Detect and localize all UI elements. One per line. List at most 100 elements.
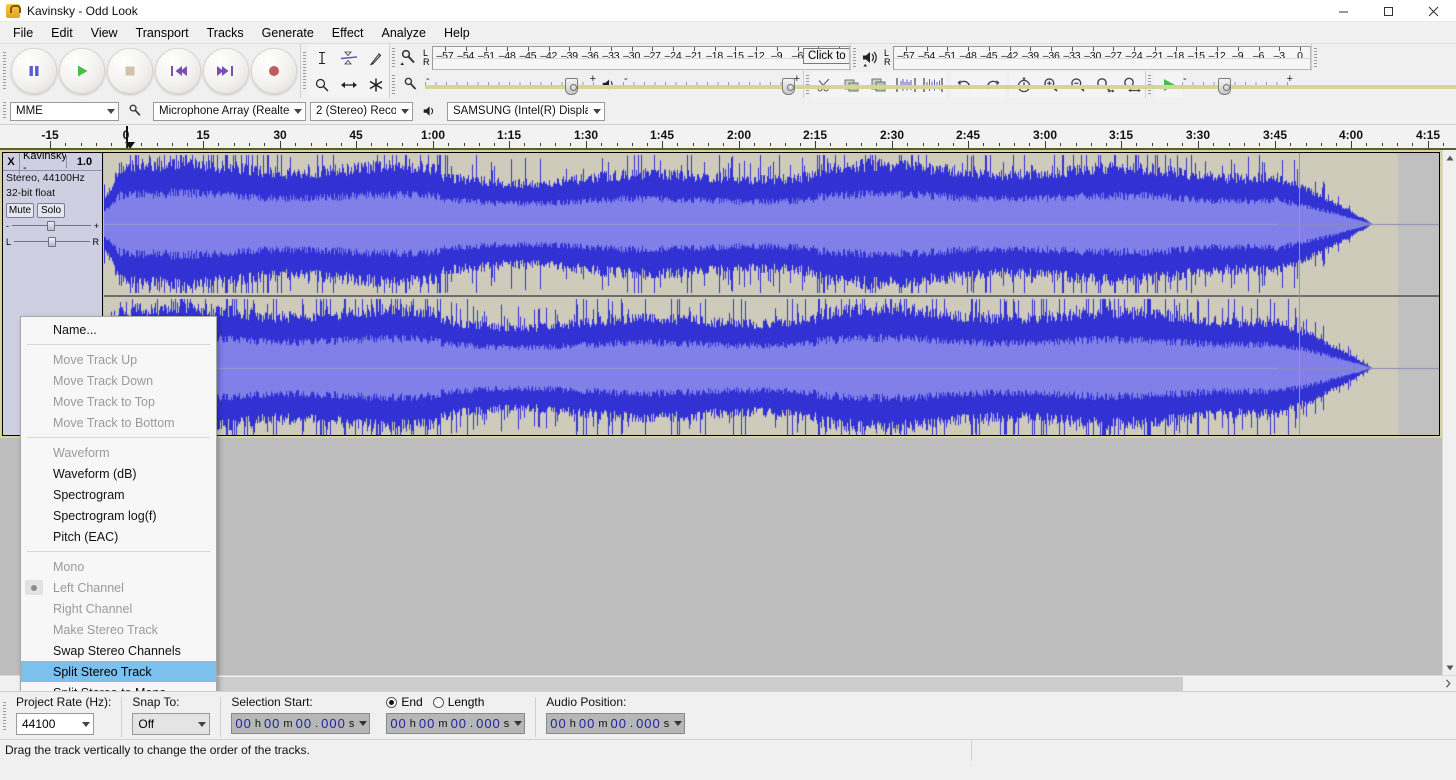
horizontal-scrollbar[interactable]: [0, 675, 1456, 691]
recording-volume-slider[interactable]: - +: [425, 73, 1456, 96]
menu-item-split-stereo-track[interactable]: Split Stereo Track: [21, 661, 216, 682]
menu-generate[interactable]: Generate: [253, 23, 323, 43]
menu-help[interactable]: Help: [435, 23, 479, 43]
play-meter-grip[interactable]: [850, 44, 858, 71]
mixer-toolbar: - + - +: [397, 71, 1456, 98]
solo-button[interactable]: Solo: [37, 203, 65, 218]
draw-tool[interactable]: [362, 44, 389, 71]
selection-start-time[interactable]: 00 h 00 m 00 . 000 s: [231, 713, 371, 734]
selection-end-time[interactable]: 00 h 00 m 00 . 000 s: [386, 713, 526, 734]
menu-view[interactable]: View: [82, 23, 127, 43]
menu-effect[interactable]: Effect: [323, 23, 373, 43]
transport-toolbar-grip[interactable]: [0, 44, 8, 98]
chevron-down-icon[interactable]: [358, 721, 367, 726]
waveform-display[interactable]: [104, 153, 1439, 435]
menu-item-split-stereo-to-mono[interactable]: Split Stereo to Mono: [21, 682, 216, 692]
menu-edit[interactable]: Edit: [42, 23, 82, 43]
snap-to-select[interactable]: Off: [132, 713, 211, 735]
selection-tool[interactable]: [308, 44, 335, 71]
project-rate-select[interactable]: 44100: [16, 713, 94, 735]
edit-toolbar-grip-top[interactable]: [1311, 44, 1319, 71]
ruler-label: 15: [196, 128, 210, 142]
menu-tracks[interactable]: Tracks: [198, 23, 253, 43]
device-toolbar-grip[interactable]: [0, 98, 8, 124]
waveform-channel-right[interactable]: [104, 297, 1439, 435]
track-context-menu[interactable]: Name... Move Track Up Move Track Down Move …: [20, 316, 217, 691]
waveform-channel-left[interactable]: [104, 153, 1439, 295]
pause-button[interactable]: [11, 48, 57, 94]
length-radio[interactable]: Length: [432, 695, 484, 709]
menu-item-waveform-db[interactable]: Waveform (dB): [21, 463, 216, 484]
chevron-down-icon[interactable]: [1443, 660, 1456, 675]
maximize-icon[interactable]: [1366, 0, 1411, 22]
ruler-minor-tick: [401, 143, 403, 146]
playback-volume-slider[interactable]: - +: [623, 73, 1456, 96]
chevron-up-icon[interactable]: [1443, 150, 1456, 165]
track-pan-slider[interactable]: L R: [3, 234, 102, 250]
playback-device-select[interactable]: SAMSUNG (Intel(R) Display Auc: [447, 101, 605, 121]
ruler-minor-tick: [1320, 143, 1322, 146]
playback-speed-slider[interactable]: - +: [1182, 73, 1456, 96]
track-name-label: Kavinsky -: [23, 153, 66, 174]
end-radio[interactable]: End: [386, 695, 423, 709]
sel-end-h-unit: h: [409, 717, 416, 730]
menu-item-name[interactable]: Name...: [21, 319, 216, 340]
h-scroll-thumb[interactable]: [137, 676, 1183, 691]
time-shift-tool[interactable]: [335, 71, 362, 98]
chevron-down-icon[interactable]: [673, 721, 682, 726]
record-meter-grip[interactable]: [389, 44, 397, 71]
menu-item-move-track-to-top: Move Track to Top: [21, 391, 216, 412]
ruler-major-tick: [1351, 141, 1352, 148]
multi-tool[interactable]: [362, 71, 389, 98]
play-button[interactable]: [59, 48, 105, 94]
ruler-minor-tick: [417, 143, 419, 146]
menu-item-pitch-eac[interactable]: Pitch (EAC): [21, 526, 216, 547]
play-meter-bars[interactable]: –57 –54 –51 –48 –45 –42 –39 –36 –33 –30 –27 –24 –21–…: [893, 45, 1311, 70]
meter-scale-label: –24: [664, 49, 682, 62]
menu-item-spectrogram-logf[interactable]: Spectrogram log(f): [21, 505, 216, 526]
skip-to-end-button[interactable]: [203, 48, 249, 94]
mute-button[interactable]: Mute: [6, 203, 34, 218]
tools-toolbar-grip[interactable]: [300, 44, 308, 98]
record-button[interactable]: [251, 48, 297, 94]
close-track-button[interactable]: X: [3, 156, 19, 168]
audio-host-select[interactable]: MME: [10, 101, 119, 121]
track-gain-slider[interactable]: - +: [3, 218, 102, 234]
stop-button[interactable]: [107, 48, 153, 94]
recording-channels-select[interactable]: 2 (Stereo) Recording: [310, 101, 413, 121]
close-icon[interactable]: [1411, 0, 1456, 22]
recording-meter-toolbar[interactable]: L R –57 –54 –51 –48 –45 –42 –39 –36 –33 –30 –27 –24…: [397, 44, 850, 71]
menu-analyze[interactable]: Analyze: [373, 23, 435, 43]
record-meter-bars[interactable]: –57 –54 –51 –48 –45 –42 –39 –36 –33 –30 –27 –24 –21–…: [432, 45, 850, 70]
zoom-tool[interactable]: [308, 71, 335, 98]
chevron-down-icon[interactable]: [513, 721, 522, 726]
menu-item-spectrogram[interactable]: Spectrogram: [21, 484, 216, 505]
menu-item-label: Move Track Down: [53, 373, 154, 388]
menu-transport[interactable]: Transport: [127, 23, 198, 43]
chevron-right-icon[interactable]: [1439, 676, 1456, 692]
selection-toolbar-grip[interactable]: [0, 695, 8, 739]
ruler-minor-tick: [248, 143, 250, 146]
h-scroll-track[interactable]: [137, 676, 1439, 691]
recording-device-select[interactable]: Microphone Array (Realtek High: [153, 101, 306, 121]
minimize-icon[interactable]: [1321, 0, 1366, 22]
menu-item-swap-stereo-channels[interactable]: Swap Stereo Channels: [21, 640, 216, 661]
vertical-scrollbar[interactable]: [1442, 150, 1456, 675]
speaker-icon: [417, 98, 443, 124]
ruler-minor-tick: [171, 143, 173, 146]
sel-start-ss: 00: [295, 716, 313, 731]
track-title-dropdown[interactable]: Kavinsky -: [19, 153, 66, 174]
mixer-toolbar-grip[interactable]: [389, 71, 397, 98]
audio-position-time[interactable]: 00 h 00 m 00 . 000 s: [546, 713, 686, 734]
ruler-minor-tick: [1305, 143, 1307, 146]
timeline-ruler[interactable]: -15 0 15 30 45 1:00 1:15 1:30 1:45 2:00 2:15 2:30 2:…: [0, 125, 1456, 150]
ruler-minor-tick: [1075, 143, 1077, 146]
menu-separator: [27, 344, 210, 345]
playback-meter-toolbar[interactable]: L R –57 –54 –51 –48 –45 –42 –39 –36 –33 –30 –27 –24…: [858, 44, 1311, 71]
start-monitoring-tooltip[interactable]: Click to Start Monitoring: [803, 47, 849, 64]
envelope-tool[interactable]: [335, 44, 362, 71]
ruler-minor-tick: [524, 143, 526, 146]
skip-to-start-button[interactable]: [155, 48, 201, 94]
menu-file[interactable]: File: [4, 23, 42, 43]
ruler-minor-tick: [325, 143, 327, 146]
